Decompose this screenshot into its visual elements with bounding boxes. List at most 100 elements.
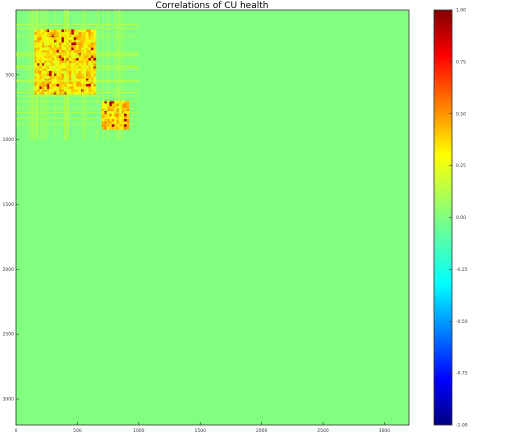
heatmap-cell <box>78 68 82 72</box>
heatmap-cell <box>49 39 52 43</box>
heatmap-cell <box>86 83 89 87</box>
heatmap-cell <box>93 60 97 64</box>
heatmap-cell <box>54 68 57 72</box>
heatmap-cell <box>109 108 113 112</box>
heatmap-cell <box>86 37 89 41</box>
heatmap-cell <box>90 29 94 33</box>
heatmap-cell <box>71 76 75 80</box>
heatmap-cell <box>56 34 60 38</box>
heatmap-cell <box>54 29 57 33</box>
heatmap-cell <box>51 32 55 35</box>
heatmap-cell <box>61 57 65 61</box>
heatmap-cell <box>61 45 65 48</box>
heatmap-cell <box>73 39 77 43</box>
heatmap-cell <box>116 118 120 122</box>
heatmap-cell <box>73 76 77 80</box>
heatmap-streak <box>107 10 108 140</box>
heatmap-cell <box>61 83 65 87</box>
heatmap-cell <box>71 57 75 61</box>
heatmap-cell <box>73 45 77 48</box>
heatmap-cell <box>90 57 94 61</box>
heatmap-cell <box>56 76 60 80</box>
y-tick-label: 500 <box>5 72 14 78</box>
heatmap-cell <box>73 47 77 51</box>
heatmap-streak <box>16 123 139 125</box>
heatmap-cell <box>78 57 82 61</box>
heatmap-streak <box>36 10 37 140</box>
heatmap-cell <box>54 57 57 61</box>
heatmap-cell <box>124 118 127 122</box>
heatmap-cell <box>93 83 97 87</box>
heatmap-cell <box>86 42 89 46</box>
heatmap-cell <box>54 37 57 41</box>
heatmap-cell <box>86 57 89 61</box>
heatmap-cell <box>54 34 57 38</box>
heatmap-cell <box>54 42 57 46</box>
heatmap-cell <box>51 73 55 77</box>
heatmap-cell <box>68 39 72 43</box>
heatmap-cell <box>49 47 52 51</box>
heatmap-cell <box>61 42 65 46</box>
heatmap-cell <box>104 108 108 112</box>
heatmap-cell <box>58 47 62 51</box>
y-tick-label: 1500 <box>3 202 15 208</box>
heatmap-cell <box>49 32 52 35</box>
x-tick-label: 2000 <box>256 428 268 434</box>
heatmap-cell <box>58 29 62 33</box>
heatmap-cell <box>51 83 55 87</box>
y-tick-label: 2500 <box>3 332 15 338</box>
heatmap-cell <box>49 68 52 72</box>
heatmap-cell <box>78 73 82 77</box>
heatmap-streak <box>102 10 104 140</box>
heatmap-cell <box>56 32 60 35</box>
heatmap-cell <box>71 29 75 33</box>
heatmap-cell <box>73 32 77 35</box>
heatmap-cell <box>56 39 60 43</box>
heatmap-cell <box>86 47 89 51</box>
heatmap-cell <box>68 32 72 35</box>
heatmap-cell <box>71 32 75 35</box>
heatmap-cell <box>58 73 62 77</box>
heatmap-cell <box>61 63 65 67</box>
heatmap-streak <box>16 80 139 82</box>
heatmap-cell <box>93 34 97 38</box>
heatmap-cell <box>90 60 94 64</box>
colorbar-tick-label: -0.50 <box>456 319 468 325</box>
heatmap-cell <box>51 45 55 48</box>
heatmap-cell <box>54 45 57 48</box>
heatmap-cell <box>73 83 77 87</box>
heatmap-cell <box>56 73 60 77</box>
heatmap-cell <box>51 37 55 41</box>
heatmap-cell <box>76 68 79 72</box>
heatmap-cell <box>68 45 72 48</box>
heatmap-cell <box>78 29 82 33</box>
heatmap-cell <box>78 60 82 64</box>
heatmap-cell <box>58 83 62 87</box>
heatmap-streak <box>16 91 139 93</box>
heatmap-cell <box>104 126 108 130</box>
heatmap-cell <box>111 113 115 117</box>
heatmap-cell <box>86 34 89 38</box>
heatmap-cell <box>90 63 94 67</box>
heatmap-cell <box>88 70 92 74</box>
heatmap-cell <box>93 39 97 43</box>
heatmap-streak <box>55 10 57 140</box>
heatmap-cell <box>104 118 108 122</box>
heatmap-cell <box>111 103 115 107</box>
heatmap-cell <box>76 47 79 51</box>
heatmap-cell <box>76 32 79 35</box>
heatmap-cell <box>68 76 72 80</box>
heatmap-cell <box>88 29 92 33</box>
heatmap-cell <box>49 42 52 46</box>
heatmap-cell <box>116 126 120 130</box>
heatmap-cell <box>88 32 92 35</box>
heatmap-streak <box>33 10 35 140</box>
heatmap-cell <box>61 34 65 38</box>
heatmap-cell <box>76 34 79 38</box>
heatmap-cell <box>51 34 55 38</box>
heatmap-cell <box>49 37 52 41</box>
y-tick-label: 1000 <box>3 137 15 143</box>
heatmap-cell <box>78 45 82 48</box>
y-tick-label: 3000 <box>3 397 15 403</box>
y-tick-label: 2000 <box>3 267 15 273</box>
